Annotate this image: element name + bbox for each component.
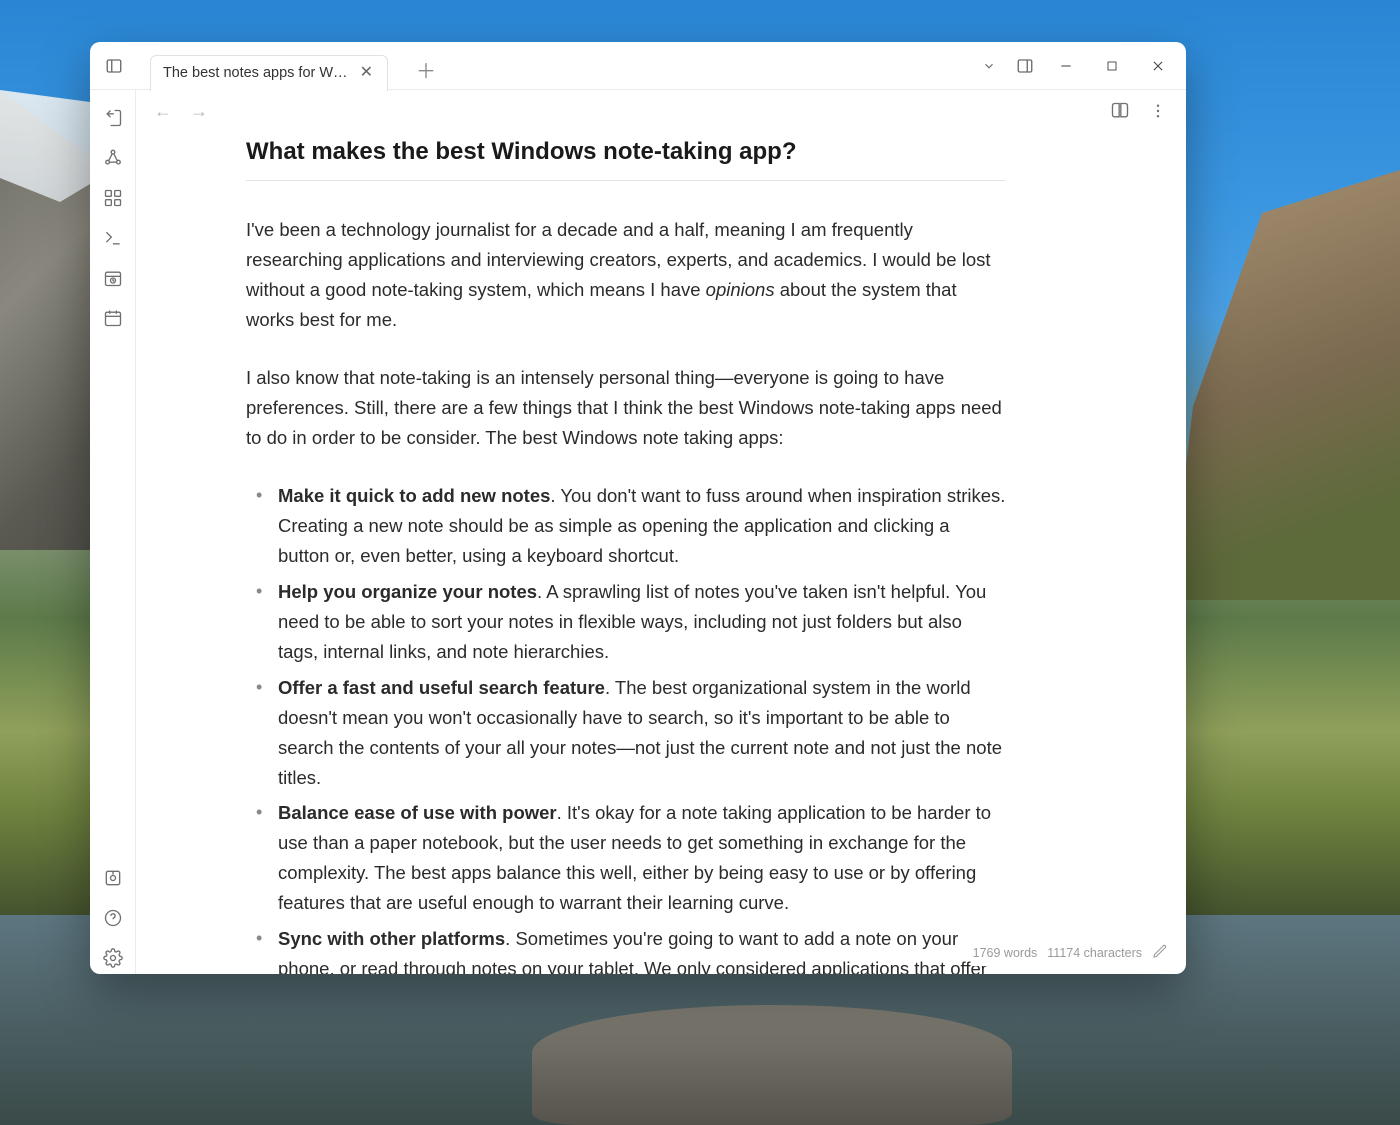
command-palette-icon[interactable] [97, 222, 129, 254]
help-icon[interactable] [97, 902, 129, 934]
bullet-title: Help you organize your notes [278, 581, 537, 602]
app-window: The best notes apps for W… ✕ ＋ [90, 42, 1186, 974]
reading-mode-icon[interactable] [1106, 97, 1134, 125]
status-word-count[interactable]: 1769 words [973, 946, 1038, 960]
daily-note-icon[interactable] [97, 262, 129, 294]
graph-view-icon[interactable] [97, 142, 129, 174]
nav-back-button[interactable]: ← [150, 98, 176, 124]
list-item: Balance ease of use with power. It's oka… [272, 798, 1006, 918]
bullet-title: Make it quick to add new notes [278, 485, 550, 506]
bullet-list: Make it quick to add new notes. You don'… [246, 481, 1006, 974]
calendar-icon[interactable] [97, 302, 129, 334]
left-rail [90, 90, 136, 974]
editor-content[interactable]: What makes the best Windows note-taking … [136, 132, 1186, 974]
titlebar: The best notes apps for W… ✕ ＋ [90, 42, 1186, 90]
list-item: Sync with other platforms. Sometimes you… [272, 924, 1006, 974]
tab-close-icon[interactable]: ✕ [358, 63, 375, 83]
paragraph-2: I also know that note-taking is an inten… [246, 363, 1006, 453]
canvas-icon[interactable] [97, 182, 129, 214]
panel-right-toggle-button[interactable] [1008, 49, 1042, 83]
tab-menu-chevron-icon[interactable] [972, 49, 1006, 83]
window-maximize-button[interactable] [1090, 49, 1134, 83]
note-toolbar: ← → [136, 90, 1186, 132]
divider [246, 180, 1006, 181]
bullet-title: Offer a fast and useful search feature [278, 677, 605, 698]
sidebar-toggle-button[interactable] [100, 52, 128, 80]
tab-active[interactable]: The best notes apps for W… ✕ [150, 55, 388, 91]
more-options-icon[interactable] [1144, 97, 1172, 125]
list-item: Help you organize your notes. A sprawlin… [272, 577, 1006, 667]
new-tab-button[interactable]: ＋ [412, 56, 440, 84]
nav-forward-button[interactable]: → [186, 98, 212, 124]
status-char-count[interactable]: 11174 characters [1047, 946, 1142, 960]
vault-icon[interactable] [97, 862, 129, 894]
document-heading: What makes the best Windows note-taking … [246, 138, 1130, 166]
bullet-title: Sync with other platforms [278, 928, 505, 949]
paragraph-1-em: opinions [706, 279, 775, 300]
status-bar: 1769 words 11174 characters [971, 939, 1170, 966]
paragraph-1: I've been a technology journalist for a … [246, 215, 1006, 335]
quick-switcher-icon[interactable] [97, 102, 129, 134]
desktop-background: The best notes apps for W… ✕ ＋ [0, 0, 1400, 1125]
settings-icon[interactable] [97, 942, 129, 974]
list-item: Make it quick to add new notes. You don'… [272, 481, 1006, 571]
tab-title: The best notes apps for W… [163, 65, 348, 81]
main-area: ← → What makes the best Windows note-ta [136, 90, 1186, 974]
wallpaper-rock [532, 1005, 1012, 1125]
window-minimize-button[interactable] [1044, 49, 1088, 83]
bullet-title: Balance ease of use with power [278, 802, 557, 823]
edit-mode-icon[interactable] [1152, 943, 1168, 962]
wallpaper-right-hill [1170, 170, 1400, 600]
list-item: Offer a fast and useful search feature. … [272, 673, 1006, 793]
window-close-button[interactable] [1136, 49, 1180, 83]
